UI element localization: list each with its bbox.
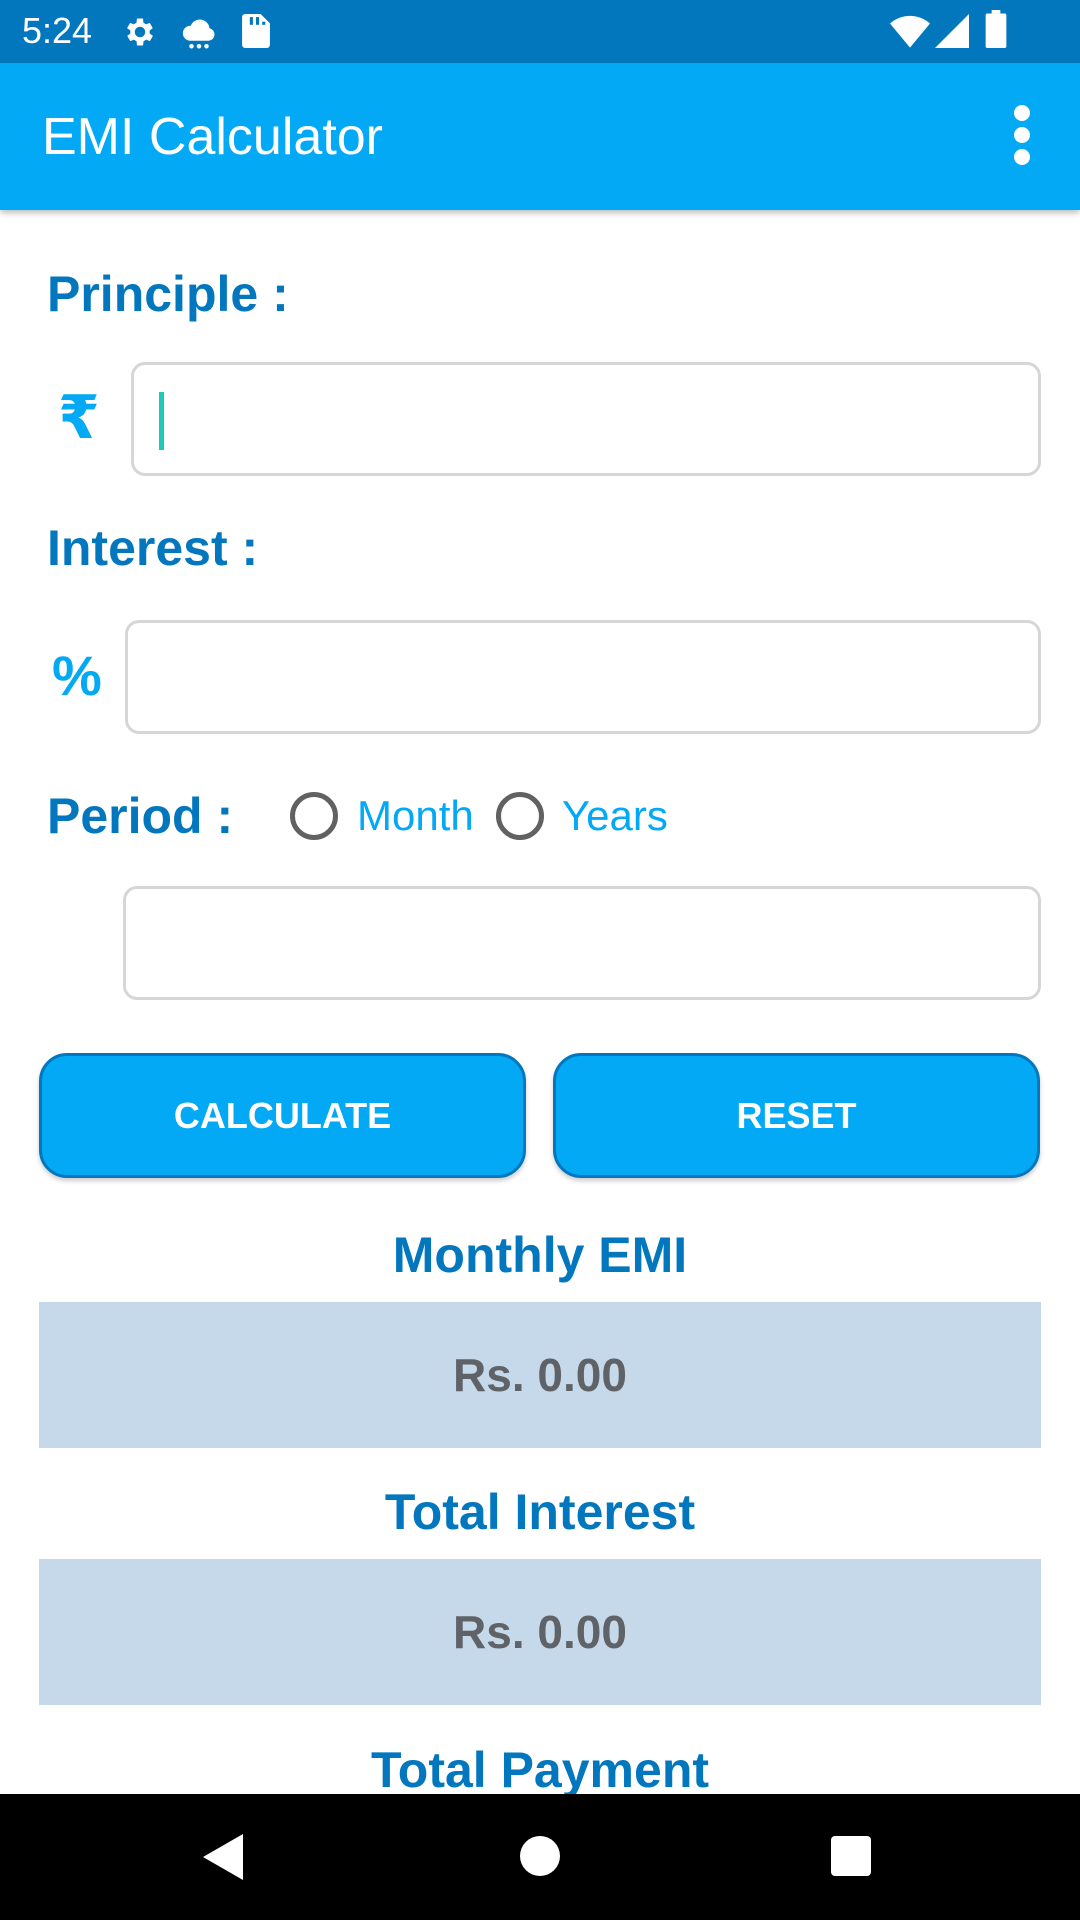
total-interest-box: Rs. 0.00 (39, 1559, 1041, 1705)
monthly-emi-box: Rs. 0.00 (39, 1302, 1041, 1448)
home-icon[interactable] (520, 1836, 560, 1876)
calculate-button-label: CALCULATE (173, 1094, 392, 1136)
app-title: EMI Calculator (42, 108, 383, 166)
navigation-bar (0, 1794, 1080, 1920)
weather-icon (182, 19, 215, 49)
interest-label: Interest : (47, 520, 259, 576)
monthly-emi-title: Monthly EMI (392, 1227, 688, 1283)
sd-card-icon (242, 14, 270, 48)
radio-month[interactable] (290, 792, 338, 840)
radio-month-label[interactable]: Month (357, 791, 474, 841)
text-cursor (159, 392, 164, 450)
rupee-icon: ₹ (58, 384, 100, 451)
period-input[interactable] (123, 886, 1041, 1000)
back-icon[interactable] (203, 1834, 243, 1880)
radio-years-label[interactable]: Years (562, 791, 668, 841)
reset-button-label: RESET (736, 1094, 857, 1136)
wifi-icon (890, 15, 930, 48)
more-vert-icon[interactable] (1002, 103, 1042, 167)
percent-icon: % (52, 644, 102, 707)
period-label: Period : (47, 788, 234, 844)
signal-icon (935, 14, 969, 48)
total-interest-title: Total Interest (384, 1484, 696, 1540)
screen: 5:24 EMI Calculator Principle: ₹ Intere… (0, 0, 1080, 1920)
status-bar: 5:24 (0, 0, 1080, 63)
principle-label: Principle : (47, 266, 289, 322)
interest-input[interactable] (125, 620, 1041, 734)
principle-input[interactable] (131, 362, 1041, 476)
status-time: 5:24 (22, 10, 93, 51)
app-bar: EMI Calculator (0, 63, 1080, 210)
gear-icon (127, 18, 153, 46)
radio-years[interactable] (496, 792, 544, 840)
total-interest-value: Rs. 0.00 (453, 1606, 627, 1658)
calculate-button[interactable]: CALCULATE (39, 1053, 526, 1178)
recents-icon[interactable] (831, 1836, 871, 1876)
reset-button[interactable]: RESET (553, 1053, 1040, 1178)
monthly-emi-value: Rs. 0.00 (453, 1349, 627, 1401)
total-payment-title: Total Payment (370, 1742, 710, 1798)
battery-icon (985, 10, 1007, 48)
